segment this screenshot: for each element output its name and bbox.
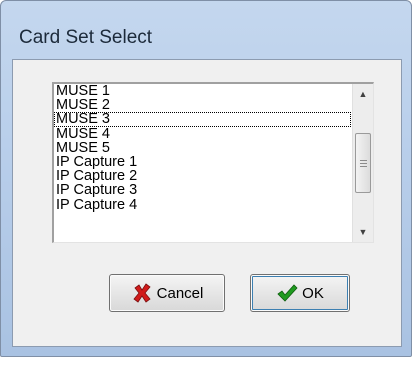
listbox-items: MUSE 1 MUSE 2 MUSE 3 MUSE 4 MUSE 5 IP Capture… [54,84,351,212]
list-item[interactable]: MUSE 2 [54,98,351,113]
green-checkmark-icon [277,284,298,302]
list-item[interactable]: MUSE 4 [54,126,351,141]
list-item[interactable]: IP Capture 1 [54,155,351,170]
list-item[interactable]: IP Capture 4 [54,197,351,212]
ok-button[interactable]: OK [250,274,350,312]
title-bar[interactable]: Card Set Select [1,1,411,59]
card-set-listbox[interactable]: MUSE 1 MUSE 2 MUSE 3 MUSE 4 MUSE 5 IP Capture… [52,82,374,243]
dialog-window: Card Set Select MUSE 1 MUSE 2 MUSE 3 MUSE 4… [0,0,412,357]
dialog-client-area: MUSE 1 MUSE 2 MUSE 3 MUSE 4 MUSE 5 IP Capture… [12,59,402,347]
scroll-up-arrow-icon[interactable]: ▲ [353,84,373,104]
window-title: Card Set Select [19,27,153,48]
cancel-button-label: Cancel [156,284,204,302]
list-item[interactable]: MUSE 5 [54,140,351,155]
list-item[interactable]: MUSE 3 [54,112,351,127]
scrollbar-thumb[interactable] [355,133,371,193]
list-item[interactable]: MUSE 1 [54,84,351,98]
scroll-down-arrow-icon[interactable]: ▼ [353,222,373,242]
list-item[interactable]: IP Capture 2 [54,169,351,184]
list-item[interactable]: IP Capture 3 [54,183,351,198]
ok-button-label: OK [302,284,324,302]
vertical-scrollbar[interactable]: ▲ ▼ [352,84,373,242]
cancel-button[interactable]: Cancel [109,274,225,312]
red-x-icon [133,283,151,303]
